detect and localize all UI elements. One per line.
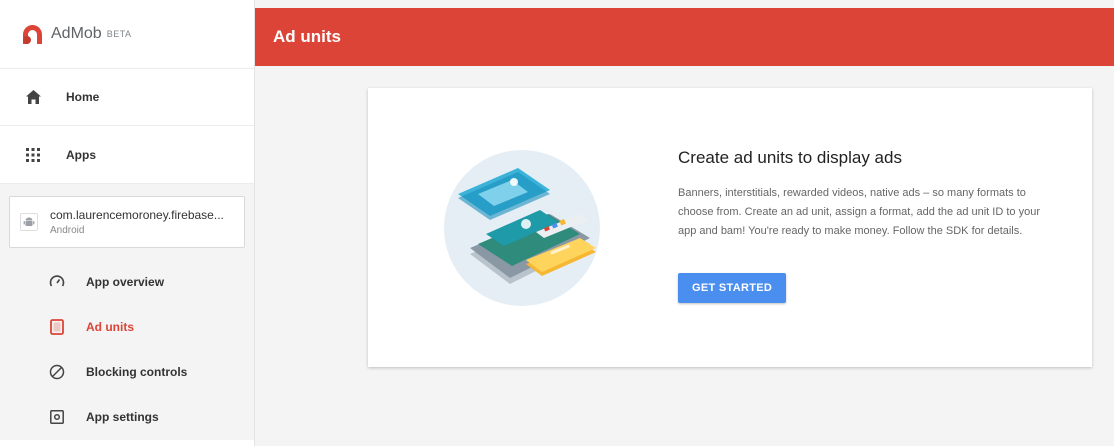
nav-item-apps[interactable]: Apps: [0, 126, 254, 184]
empty-state-card: Create ad units to display ads Banners, …: [368, 88, 1092, 367]
sub-nav-label: App settings: [86, 410, 159, 424]
app-info: com.laurencemoroney.firebase... Android: [50, 208, 224, 236]
sub-nav-label: Blocking controls: [86, 365, 188, 379]
ad-unit-icon: [48, 318, 66, 336]
page-title: Ad units: [273, 27, 341, 46]
settings-icon: [48, 408, 66, 426]
sub-nav-label: App overview: [86, 275, 165, 289]
home-icon: [24, 88, 42, 106]
admob-logo-icon: [22, 24, 43, 45]
sidebar: AdMob BETA Home Apps com.laurencemoroney…: [0, 0, 255, 446]
android-icon: [20, 213, 38, 231]
empty-state-title: Create ad units to display ads: [678, 148, 902, 167]
sub-nav-ad-units[interactable]: Ad units: [0, 305, 254, 349]
block-icon: [48, 363, 66, 381]
sub-nav-blocking-controls[interactable]: Blocking controls: [0, 350, 254, 394]
gauge-icon: [48, 273, 66, 291]
nav-item-label: Home: [66, 90, 100, 104]
nav-item-label: Apps: [66, 147, 96, 162]
brand-name: AdMob: [51, 25, 102, 42]
app-platform: Android: [50, 225, 85, 236]
sub-nav-label: Ad units: [86, 320, 134, 334]
sub-nav-app-settings[interactable]: App settings: [0, 395, 254, 439]
nav-item-home[interactable]: Home: [0, 68, 254, 126]
get-started-button[interactable]: GET STARTED: [678, 273, 787, 303]
app-section: com.laurencemoroney.firebase... Android …: [0, 184, 254, 440]
app-package-name: com.laurencemoroney.firebase...: [50, 208, 224, 222]
brand-beta-badge: BETA: [106, 29, 132, 39]
brand[interactable]: AdMob BETA: [0, 0, 254, 68]
apps-grid-icon: [24, 146, 42, 164]
app-selector[interactable]: com.laurencemoroney.firebase... Android: [9, 196, 245, 248]
sub-nav-app-overview[interactable]: App overview: [0, 260, 254, 304]
ad-formats-illustration: [430, 136, 610, 316]
empty-state-description: Banners, interstitials, rewarded videos,…: [678, 187, 1040, 237]
page-header: Ad units: [255, 8, 1114, 66]
